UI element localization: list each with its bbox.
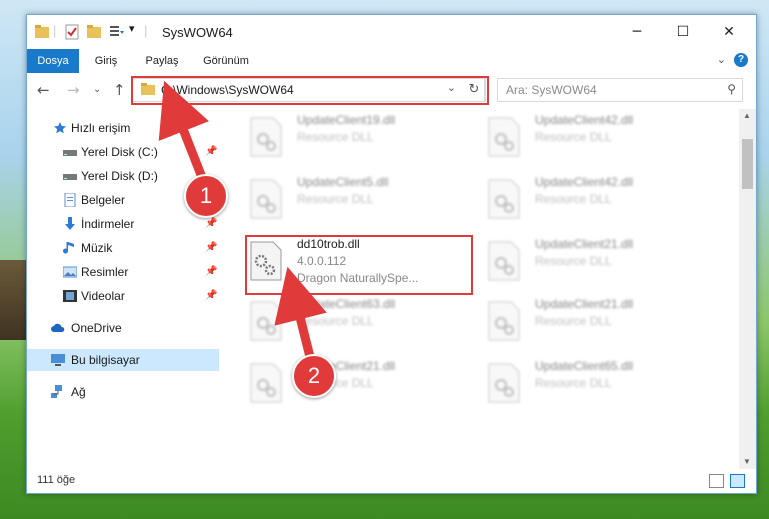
step-badge-1: 1	[184, 174, 228, 218]
arrow-to-file	[274, 266, 327, 359]
step-badge-2: 2	[292, 354, 336, 398]
annotation-arrows	[158, 80, 327, 359]
arrow-to-address	[158, 80, 209, 182]
